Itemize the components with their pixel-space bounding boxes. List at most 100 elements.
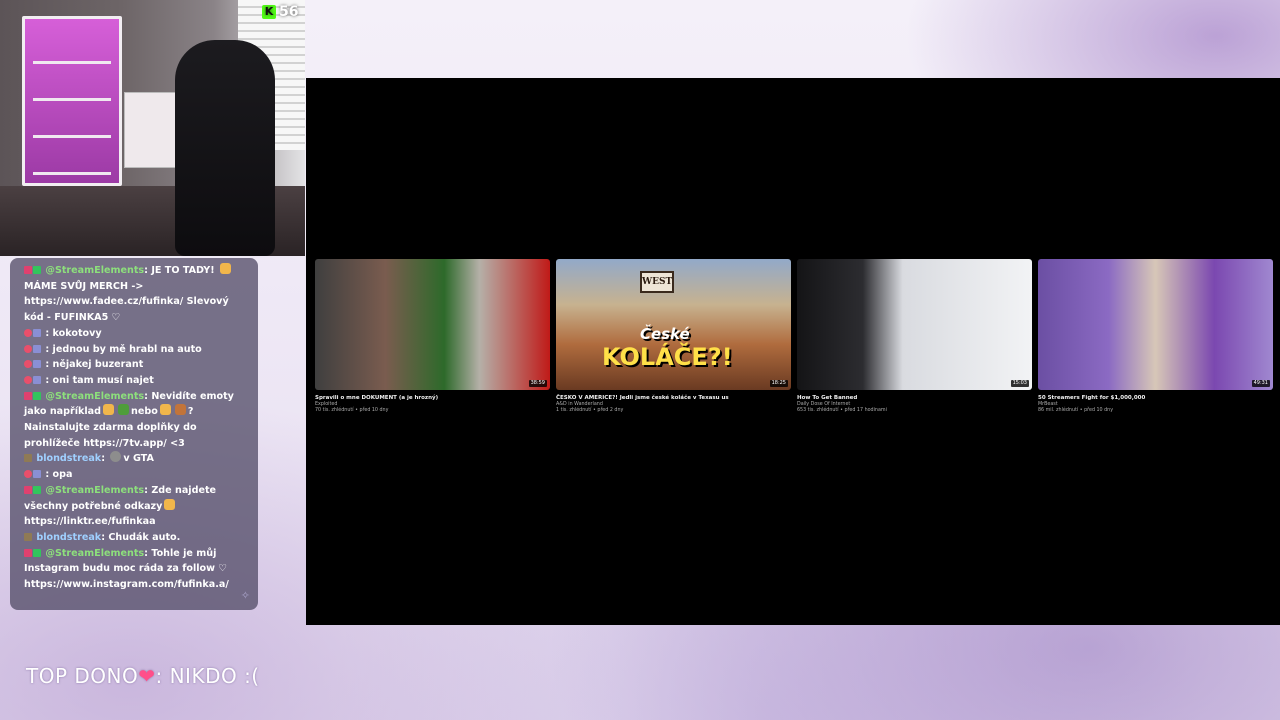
- follower-count-value: 56: [279, 4, 299, 20]
- video-thumbnail[interactable]: 49:31: [1038, 259, 1273, 390]
- top-dono-label: TOP DONO: [26, 664, 139, 688]
- chat-text: oni tam musí najet: [52, 374, 154, 386]
- chat-text: jednou by mě hrabl na auto: [52, 343, 202, 355]
- video-meta: 70 tis. zhlédnutí • před 10 dny: [315, 408, 389, 413]
- mod-badge-icon: [33, 328, 41, 337]
- thumbnail-text-line1: České: [640, 325, 690, 343]
- thumbnail-text-line2: KOLÁČE?!: [602, 343, 733, 371]
- chat-separator: :: [45, 327, 53, 339]
- check-badge-icon: [33, 391, 41, 400]
- chat-message: : jednou by mě hrabl na auto: [24, 342, 250, 358]
- sparkle-icon: ✧: [240, 589, 250, 603]
- sub-badge-icon: [24, 532, 32, 541]
- chat-message: blondstreak: v GTA: [24, 451, 250, 467]
- chat-message: @StreamElements: JE TO TADY! MÁME SVŮJ M…: [24, 263, 250, 326]
- chat-separator: :: [45, 359, 53, 371]
- pen-badge-icon: [24, 266, 32, 274]
- mod-badge-icon: [33, 344, 41, 353]
- check-badge-icon: [33, 548, 41, 557]
- thumbnail-overlay-text: České KOLÁČE?!: [602, 325, 733, 371]
- sub-badge-icon: [24, 454, 32, 463]
- chat-separator: :: [45, 343, 53, 355]
- chat-text: v GTA: [123, 453, 154, 465]
- chat-message: : oni tam musí najet: [24, 373, 250, 389]
- chat-username[interactable]: @StreamElements: [45, 485, 144, 496]
- webcam-feed: K 56: [0, 0, 305, 256]
- chat-separator: :: [101, 453, 109, 465]
- chat-message: @StreamElements: Tohle je můj Instagram …: [24, 546, 250, 593]
- chat-message: blondstreak: Chudák auto.: [24, 530, 250, 546]
- video-meta: 1 tis. zhlédnutí • před 2 dny: [556, 408, 624, 413]
- check-badge-icon: [33, 266, 41, 274]
- video-duration: 49:31: [1251, 380, 1270, 387]
- heart-icon: ❤: [138, 664, 156, 688]
- chat-username[interactable]: @StreamElements: [45, 548, 144, 559]
- webcam-gaming-chair: [175, 40, 275, 256]
- video-duration: 15:03: [1010, 380, 1029, 387]
- chat-text: JE TO TADY!: [151, 265, 218, 276]
- video-title[interactable]: 50 Streamers Fight for $1,000,000: [1038, 394, 1273, 402]
- heart-badge-icon: [24, 344, 32, 353]
- chat-text: nějakej buzerant: [52, 359, 144, 371]
- top-dono-value: : NIKDO :(: [155, 664, 260, 688]
- frog-emote-icon: [118, 404, 130, 416]
- chat-message: : nějakej buzerant: [24, 357, 250, 373]
- video-title[interactable]: ČESKO V AMERICE?! Jedli jsme české koláč…: [556, 394, 791, 402]
- end-screen-videos: 38:59 Spravili o mne DOKUMENT (a je hroz…: [315, 259, 1273, 414]
- chat-separator: :: [45, 469, 53, 481]
- chat-username[interactable]: @StreamElements: [45, 265, 144, 276]
- webcam-cabinet: [124, 92, 180, 168]
- video-meta: 86 mil. zhlédnutí • před 10 dny: [1038, 408, 1114, 413]
- pointing-hand-emote-icon: [159, 404, 171, 416]
- chat-text: https://linktr.ee/fufinkaa: [24, 516, 156, 528]
- chat-username[interactable]: blondstreak: [36, 532, 101, 543]
- video-card[interactable]: 49:31 50 Streamers Fight for $1,000,000 …: [1038, 259, 1273, 414]
- webcam-shelf: [22, 16, 122, 186]
- mod-badge-icon: [33, 360, 41, 369]
- heart-badge-icon: [24, 360, 32, 369]
- pen-badge-icon: [24, 485, 32, 494]
- video-player[interactable]: 38:59 Spravili o mne DOKUMENT (a je hroz…: [306, 78, 1280, 625]
- chat-message: @StreamElements: Zde najdete všechny pot…: [24, 483, 250, 530]
- heart-badge-icon: [24, 328, 32, 337]
- heart-badge-icon: [24, 470, 32, 479]
- chat-text: kokotovy: [52, 327, 102, 339]
- chat-text: Chudák auto.: [108, 531, 181, 543]
- pen-badge-icon: [24, 548, 32, 557]
- video-thumbnail[interactable]: 38:59: [315, 259, 550, 390]
- video-title[interactable]: How To Get Banned: [797, 394, 1032, 402]
- pen-badge-icon: [24, 391, 32, 400]
- chat-text: MÁME SVŮJ MERCH -> https://www.fadee.cz/…: [24, 280, 229, 324]
- chat-separator: :: [45, 374, 53, 386]
- chat-text: nebo: [131, 406, 158, 418]
- party-emote-icon: [219, 263, 231, 274]
- pointing-hand-emote-icon: [103, 404, 115, 416]
- chat-message: : kokotovy: [24, 326, 250, 342]
- video-duration: 38:59: [528, 380, 547, 387]
- mod-badge-icon: [33, 375, 41, 384]
- video-card[interactable]: 38:59 Spravili o mne DOKUMENT (a je hroz…: [315, 259, 550, 414]
- chat-username[interactable]: blondstreak: [36, 453, 101, 464]
- video-card[interactable]: 15:03 How To Get Banned Daily Dose Of In…: [797, 259, 1032, 414]
- video-card[interactable]: WEST České KOLÁČE?! 18:25 ČESKO V AMERIC…: [556, 259, 791, 414]
- video-meta: 653 tis. zhlédnutí • před 17 hodinami: [797, 408, 887, 413]
- check-badge-icon: [33, 485, 41, 494]
- chat-text: opa: [52, 469, 73, 481]
- mod-badge-icon: [33, 470, 41, 479]
- kick-icon: K: [262, 5, 276, 19]
- chat-message: : opa: [24, 467, 250, 483]
- video-title[interactable]: Spravili o mne DOKUMENT (a je hrozný): [315, 394, 550, 402]
- chat-username[interactable]: @StreamElements: [45, 391, 144, 402]
- bear-emote-icon: [174, 404, 186, 416]
- thumbnail-sign-text: WEST: [640, 271, 674, 293]
- top-donor-banner: TOP DONO❤: NIKDO :(: [26, 664, 260, 688]
- video-thumbnail[interactable]: WEST České KOLÁČE?! 18:25: [556, 259, 791, 390]
- pointing-hand-emote-icon: [164, 498, 176, 510]
- emote-icon: [110, 451, 122, 463]
- video-duration: 18:25: [769, 380, 788, 387]
- video-thumbnail[interactable]: 15:03: [797, 259, 1032, 390]
- heart-badge-icon: [24, 375, 32, 384]
- chat-panel: @StreamElements: JE TO TADY! MÁME SVŮJ M…: [10, 258, 258, 610]
- chat-message: @StreamElements: Nevidíte emoty jako nap…: [24, 389, 250, 452]
- follower-counter: K 56: [262, 4, 298, 20]
